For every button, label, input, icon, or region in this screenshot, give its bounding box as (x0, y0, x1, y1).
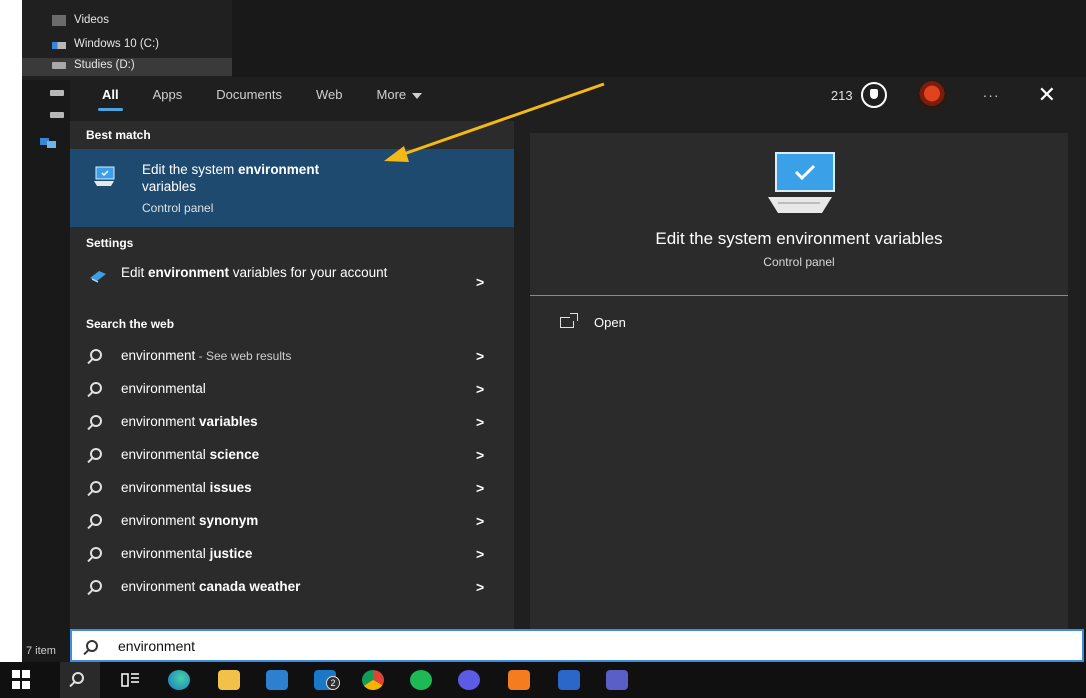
web-result-label: environment synonym (121, 513, 259, 528)
web-result[interactable]: environment canada weather > (70, 570, 514, 603)
web-result[interactable]: environmental science > (70, 438, 514, 471)
rewards-points: 213 (830, 87, 853, 103)
task-view-icon[interactable] (120, 670, 142, 690)
web-result[interactable]: environment synonym > (70, 504, 514, 537)
nav-item-videos[interactable]: Videos (52, 14, 109, 26)
game-controller-icon[interactable] (458, 670, 480, 690)
tab-more[interactable]: More (377, 77, 423, 113)
search-icon (72, 672, 84, 684)
tab-web[interactable]: Web (316, 77, 343, 113)
edge-browser-icon[interactable] (168, 670, 190, 690)
open-action[interactable]: Open (560, 313, 626, 330)
settings-result-label: Edit environment variables for your acco… (121, 265, 388, 280)
drive-icon (50, 90, 64, 96)
mail-unread-badge: 2 (326, 676, 340, 690)
system-properties-icon (94, 166, 115, 186)
tab-more-label: More (376, 87, 407, 102)
word-icon[interactable] (558, 670, 580, 690)
preview-subtitle: Control panel (763, 255, 835, 269)
web-result[interactable]: environmental > (70, 372, 514, 405)
drive-icon (50, 112, 64, 118)
web-result[interactable]: environment variables > (70, 405, 514, 438)
item-count-status: 7 item (22, 640, 70, 662)
chevron-right-icon[interactable]: > (476, 381, 484, 397)
chevron-right-icon[interactable]: > (476, 447, 484, 463)
search-icon (90, 381, 106, 397)
chevron-right-icon[interactable]: > (476, 414, 484, 430)
xampp-icon[interactable] (508, 670, 530, 690)
web-result[interactable]: environment - See web results > (70, 339, 514, 372)
rewards-trophy-icon[interactable] (860, 82, 887, 108)
web-result-label: environmental issues (121, 480, 252, 495)
chevron-right-icon[interactable]: > (476, 348, 484, 364)
web-result-label: environment canada weather (121, 579, 301, 594)
chevron-right-icon[interactable]: > (476, 579, 484, 595)
web-result-label: environment - See web results (121, 348, 292, 363)
settings-result[interactable]: Edit environment variables for your acco… (70, 258, 514, 306)
web-result[interactable]: environmental justice > (70, 537, 514, 570)
search-icon (90, 480, 106, 496)
caret-down-icon (412, 92, 423, 99)
web-result-label: environment variables (121, 414, 258, 429)
drive-icon (52, 62, 66, 69)
best-match-subtitle: Control panel (142, 201, 214, 215)
tab-all[interactable]: All (98, 77, 123, 113)
web-result-label: environmental science (121, 447, 260, 462)
file-explorer-icon[interactable] (218, 670, 240, 690)
best-match-title: Edit the system environment variables (142, 162, 320, 194)
user-avatar[interactable] (916, 80, 947, 110)
web-result[interactable]: environmental issues > (70, 471, 514, 504)
search-icon (90, 447, 106, 463)
search-icon (90, 546, 106, 562)
chrome-icon[interactable] (362, 670, 384, 690)
network-icon (40, 138, 56, 148)
preview-title: Edit the system environment variables (655, 229, 943, 248)
tab-apps[interactable]: Apps (153, 77, 183, 113)
environment-settings-icon (90, 271, 106, 283)
system-properties-icon (768, 152, 835, 213)
drive-icon (52, 42, 66, 49)
best-match-result[interactable]: Edit the system environment variables Co… (70, 149, 514, 227)
section-settings: Settings (86, 236, 134, 250)
search-icon (90, 513, 106, 529)
close-icon[interactable]: ✕ (1038, 84, 1056, 106)
chevron-right-icon[interactable]: > (476, 480, 484, 496)
search-flyout: All Apps Documents Web More 213 ··· ✕ Be… (70, 77, 1086, 629)
taskbar-search-button[interactable] (60, 662, 100, 698)
section-best-match: Best match (86, 128, 151, 142)
teams-icon[interactable] (606, 670, 628, 690)
store-icon[interactable] (266, 670, 288, 690)
nav-item-windows-drive[interactable]: Windows 10 (C:) (52, 38, 159, 50)
search-icon (90, 579, 106, 595)
search-input[interactable] (118, 635, 718, 657)
more-options-icon[interactable]: ··· (983, 87, 1000, 103)
spotify-icon[interactable] (410, 670, 432, 690)
web-result-label: environmental (121, 381, 206, 396)
taskbar (0, 662, 1086, 698)
start-button[interactable] (12, 670, 34, 690)
search-icon (90, 348, 106, 364)
nav-item-studies-drive[interactable]: Studies (D:) (52, 59, 135, 71)
search-icon (90, 414, 106, 430)
open-action-label: Open (594, 315, 626, 330)
tab-documents[interactable]: Documents (216, 77, 282, 113)
section-search-web: Search the web (86, 317, 175, 331)
chevron-right-icon[interactable]: > (476, 513, 484, 529)
web-result-label: environmental justice (121, 546, 253, 561)
open-window-icon (560, 313, 578, 328)
result-preview-pane: Edit the system environment variables Co… (530, 133, 1068, 629)
preview-divider (530, 295, 1068, 296)
search-box[interactable] (70, 629, 1084, 662)
windows-logo-icon (12, 670, 20, 678)
chevron-right-icon[interactable]: > (476, 274, 484, 290)
search-results-list: Best match Edit the system environment v… (70, 121, 514, 629)
video-folder-icon (52, 14, 66, 26)
chevron-right-icon[interactable]: > (476, 546, 484, 562)
search-icon (86, 639, 98, 657)
search-tabs: All Apps Documents Web More 213 ··· ✕ (70, 77, 1086, 113)
